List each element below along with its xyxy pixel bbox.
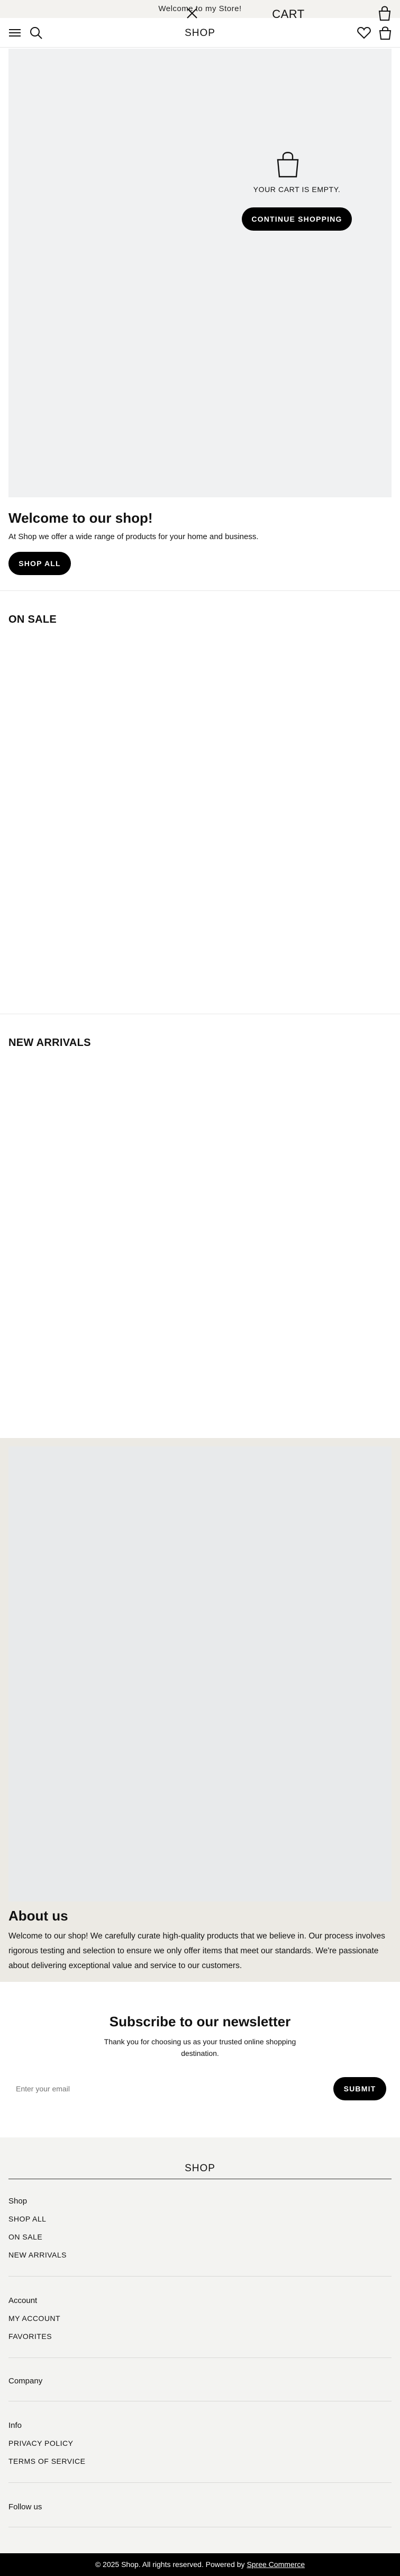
footer-link-privacy-policy[interactable]: PRIVACY POLICY: [8, 2439, 73, 2447]
footer-heading-info: Info: [8, 2421, 22, 2430]
cart-icon[interactable]: [378, 25, 393, 40]
cart-bag-icon[interactable]: [378, 5, 392, 21]
continue-shopping-button[interactable]: CONTINUE SHOPPING: [242, 207, 352, 231]
site-header: SHOP: [0, 18, 400, 48]
about-section: About us Welcome to our shop! We careful…: [0, 1438, 400, 1982]
footer-logo[interactable]: SHOP: [0, 2163, 400, 2174]
about-title: About us: [8, 1908, 68, 1924]
footer-divider: [8, 2357, 392, 2358]
about-image: [8, 1446, 392, 1901]
footer-heading-company: Company: [8, 2377, 43, 2386]
copyright-text: © 2025 Shop. All rights reserved. Powere…: [95, 2560, 245, 2569]
submit-button[interactable]: SUBMIT: [333, 2077, 386, 2100]
new-arrivals-heading: NEW ARRIVALS: [8, 1037, 91, 1049]
heart-icon[interactable]: [357, 25, 371, 40]
divider: [0, 590, 400, 591]
newsletter-subtitle: Thank you for choosing us as your truste…: [104, 2037, 296, 2058]
footer-heading-shop: Shop: [8, 2197, 28, 2206]
announcement-text: Welcome to my Store!: [158, 4, 242, 13]
footer-divider: [8, 2482, 392, 2483]
site-logo[interactable]: SHOP: [0, 28, 400, 39]
footer-heading-follow: Follow us: [8, 2502, 42, 2511]
footer-link-terms[interactable]: TERMS OF SERVICE: [8, 2457, 85, 2465]
site-footer: SHOP Shop SHOP ALL ON SALE NEW ARRIVALS …: [0, 2137, 400, 2553]
footer-link-new-arrivals[interactable]: NEW ARRIVALS: [8, 2251, 67, 2259]
email-field[interactable]: [8, 2078, 326, 2099]
footer-link-my-account[interactable]: MY ACCOUNT: [8, 2314, 60, 2323]
cart-empty-message: YOUR CART IS EMPTY.: [253, 185, 341, 194]
close-icon[interactable]: [185, 6, 199, 20]
hero-banner: YOUR CART IS EMPTY. CONTINUE SHOPPING: [8, 49, 392, 497]
about-text: Welcome to our shop! We carefully curate…: [8, 1932, 385, 1970]
shopping-bag-icon: [277, 152, 299, 178]
shop-all-button[interactable]: SHOP ALL: [8, 552, 71, 575]
newsletter-title: Subscribe to our newsletter: [109, 2014, 291, 2029]
footer-link-favorites[interactable]: FAVORITES: [8, 2332, 52, 2341]
welcome-text: At Shop we offer a wide range of product…: [8, 532, 259, 541]
copyright-bar: © 2025 Shop. All rights reserved. Powere…: [0, 2553, 400, 2576]
footer-divider: [8, 2276, 392, 2277]
spree-commerce-link[interactable]: Spree Commerce: [247, 2560, 305, 2569]
on-sale-heading: ON SALE: [8, 614, 57, 625]
footer-heading-account: Account: [8, 2296, 38, 2305]
announcement-bar: Welcome to my Store!: [0, 0, 400, 18]
footer-link-on-sale[interactable]: ON SALE: [8, 2233, 42, 2241]
footer-link-shop-all[interactable]: SHOP ALL: [8, 2215, 46, 2223]
cart-title: CART: [272, 7, 305, 21]
welcome-title: Welcome to our shop!: [8, 510, 153, 526]
